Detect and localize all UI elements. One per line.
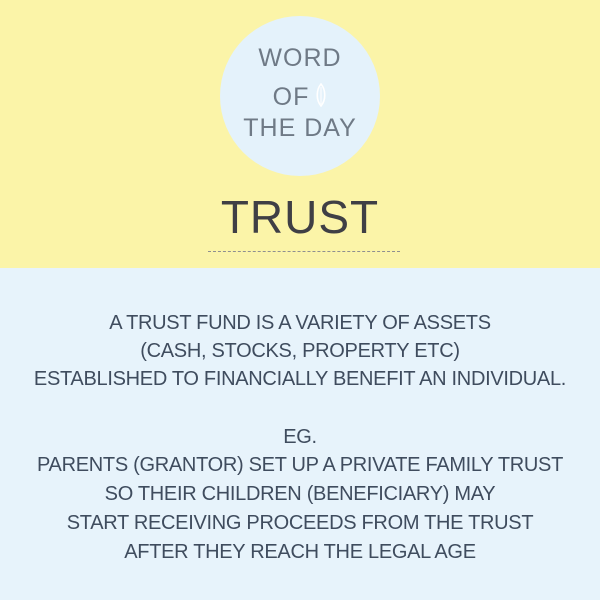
badge-line-the-day: THE DAY — [243, 114, 357, 142]
word-title: TRUST — [220, 191, 380, 243]
divider — [208, 251, 400, 252]
definition-line: (CASH, STOCKS, PROPERTY ETC) — [140, 340, 460, 362]
badge-line-of: OF — [0, 82, 600, 114]
definition-line: A TRUST FUND IS A VARIETY OF ASSETS — [109, 312, 491, 334]
leaf-icon — [315, 82, 327, 114]
example-label: EG. — [283, 426, 317, 448]
word-of-the-day-card: WORD OF THE DAY TRUST A TRUST FUND IS A … — [0, 0, 600, 600]
example-line: PARENTS (GRANTOR) SET UP A PRIVATE FAMIL… — [36, 454, 564, 476]
example-line: SO THEIR CHILDREN (BENEFICIARY) MAY — [104, 483, 496, 505]
badge-line-word: WORD — [258, 44, 342, 72]
example-line: START RECEIVING PROCEEDS FROM THE TRUST — [66, 512, 534, 534]
badge-of-text: OF — [272, 83, 310, 112]
example-line: AFTER THEY REACH THE LEGAL AGE — [124, 541, 476, 563]
definition-line: ESTABLISHED TO FINANCIALLY BENEFIT AN IN… — [33, 368, 567, 390]
